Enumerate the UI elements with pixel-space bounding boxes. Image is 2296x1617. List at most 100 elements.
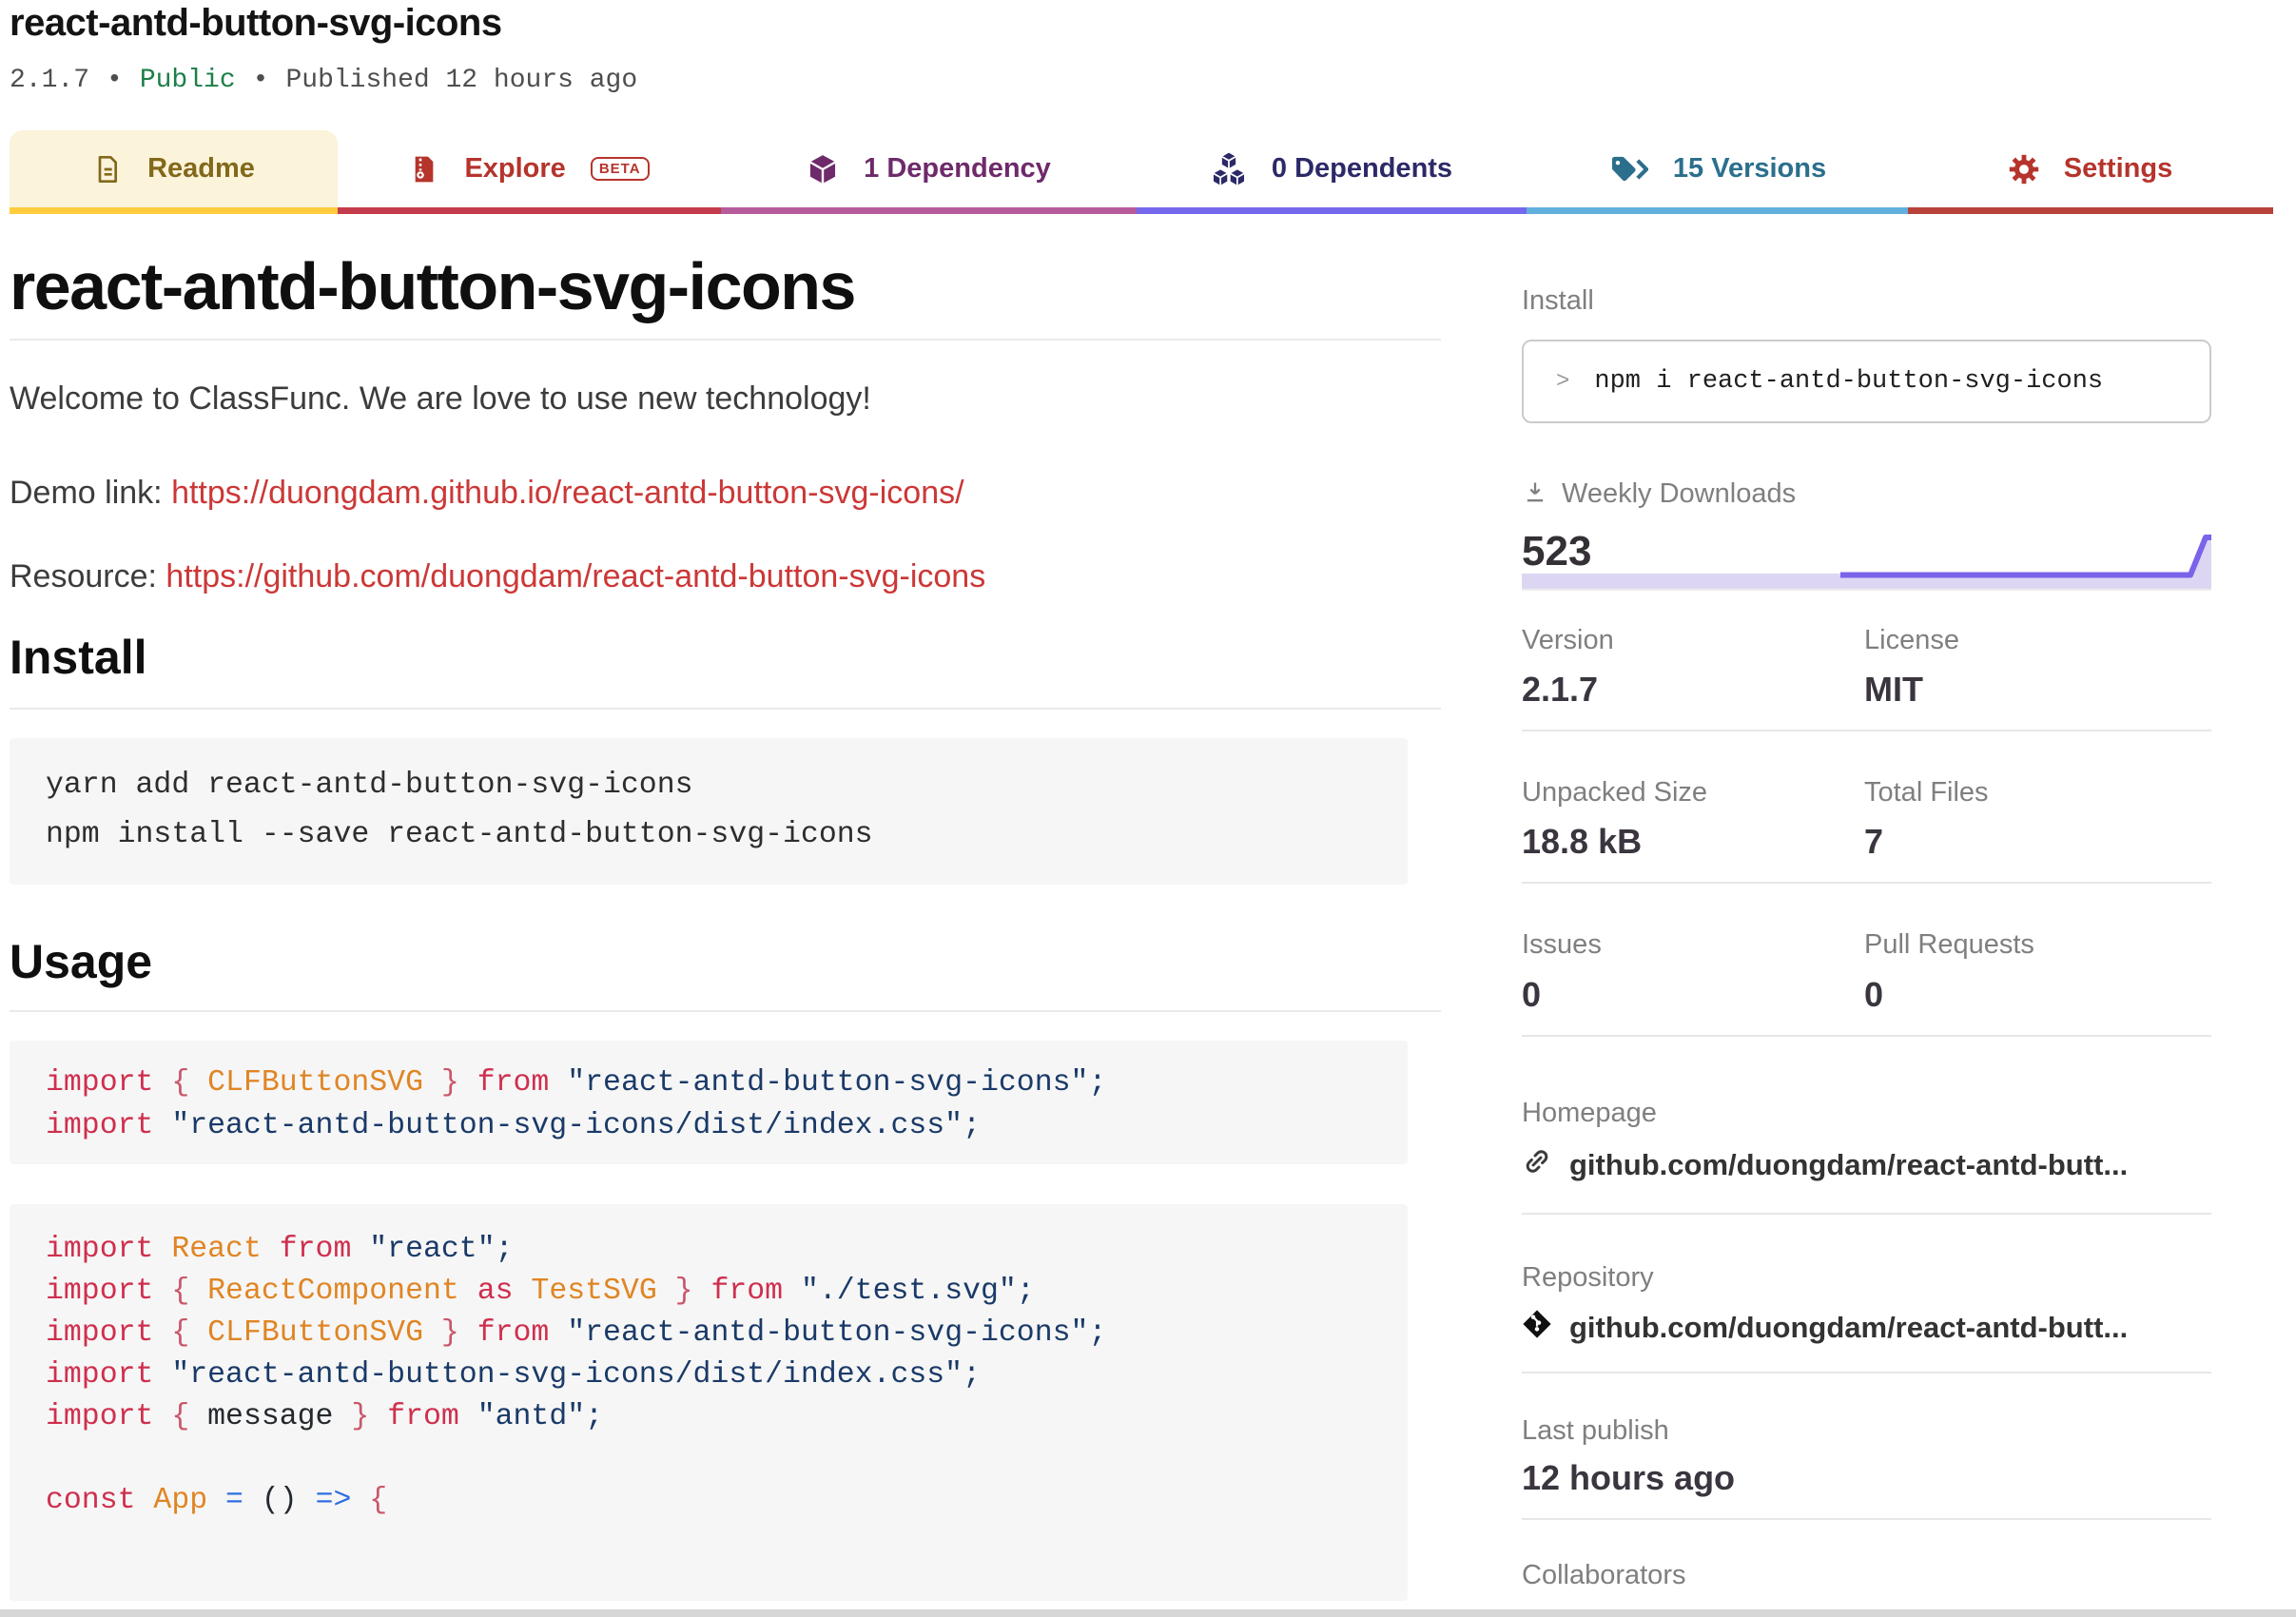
divider — [1522, 1213, 2211, 1216]
package-published: Published 12 hours ago — [285, 66, 638, 95]
code-line: import React from "react"; — [46, 1232, 514, 1266]
divider — [10, 339, 1441, 341]
demo-link[interactable]: https://duongdam.github.io/react-antd-bu… — [171, 475, 963, 511]
file-icon — [92, 154, 123, 185]
readme-demo-line: Demo link: https://duongdam.github.io/re… — [10, 473, 1408, 514]
stat-label: Pull Requests — [1864, 929, 2034, 961]
tab-settings[interactable]: Settings — [1908, 130, 2273, 214]
horizontal-scrollbar[interactable] — [0, 1609, 2296, 1617]
code-line: import { CLFButtonSVG } from "react-antd… — [46, 1315, 1107, 1350]
divider — [1522, 1034, 2211, 1037]
tab-label: 15 Versions — [1672, 153, 1827, 184]
resource-link[interactable]: https://github.com/duongdam/react-antd-b… — [165, 558, 985, 594]
repository-link-row[interactable]: github.com/duongdam/react-antd-butt... — [1522, 1309, 2211, 1347]
divider — [1522, 730, 2211, 732]
stat-cell: Version 2.1.7 — [1522, 625, 1864, 707]
divider — [10, 707, 1441, 710]
stat-row: Unpacked Size 18.8 kB Total Files 7 — [1522, 777, 2211, 859]
code-line: import "react-antd-button-svg-icons/dist… — [46, 1357, 981, 1392]
prompt-icon: > — [1556, 368, 1570, 395]
usage-code-block-1: import { CLFButtonSVG } from "react-antd… — [10, 1040, 1408, 1164]
cubes-icon — [1211, 151, 1247, 187]
cube-icon — [807, 153, 839, 185]
divider — [1522, 1517, 2211, 1520]
git-icon — [1522, 1309, 1552, 1347]
readme-title: react-antd-button-svg-icons — [10, 249, 856, 323]
repository-link[interactable]: github.com/duongdam/react-antd-butt... — [1569, 1311, 2128, 1345]
resource-prefix: Resource: — [10, 558, 166, 594]
divider — [10, 1009, 1441, 1012]
homepage-link[interactable]: github.com/duongdam/react-antd-butt... — [1569, 1148, 2128, 1182]
stats-grid: Version 2.1.7 License MIT Unpacked Size 18.8 … — [1522, 625, 2211, 1037]
stat-row: Version 2.1.7 License MIT — [1522, 625, 2211, 707]
tab-readme[interactable]: Readme — [10, 130, 338, 214]
zip-icon — [409, 154, 439, 185]
package-visibility: Public — [139, 66, 236, 95]
usage-code-block-2: import React from "react"; import { React… — [10, 1203, 1408, 1601]
readme-resource-line: Resource: https://github.com/duongdam/re… — [10, 556, 1408, 597]
separator-dot: • — [252, 66, 269, 95]
install-heading: Install — [10, 630, 147, 684]
stat-label: Issues — [1522, 929, 1602, 961]
tab-dependents[interactable]: 0 Dependents — [1137, 130, 1527, 214]
stat-cell: License MIT — [1864, 625, 2211, 707]
homepage-label: Homepage — [1522, 1097, 1657, 1128]
tag-icon — [1608, 154, 1648, 185]
install-command: npm i react-antd-button-svg-icons — [1594, 367, 2104, 397]
stat-label: Total Files — [1864, 777, 1989, 808]
last-publish-value: 12 hours ago — [1522, 1457, 1736, 1497]
readme-welcome: Welcome to ClassFunc. We are love to use… — [10, 380, 871, 417]
download-icon — [1522, 479, 1548, 511]
tab-explore[interactable]: Explore BETA — [338, 130, 721, 214]
divider — [1522, 588, 2211, 591]
weekly-downloads-value-row: 523 — [1522, 528, 2211, 589]
stat-row: Issues 0 Pull Requests 0 — [1522, 929, 2211, 1011]
tab-label: Readme — [147, 153, 255, 184]
downloads-sparkline — [1522, 534, 2211, 589]
weekly-downloads-row: Weekly Downloads — [1522, 478, 2211, 510]
stat-cell: Pull Requests 0 — [1864, 929, 2211, 1011]
code-line: npm install --save react-antd-button-svg… — [46, 817, 873, 851]
gear-icon — [2009, 154, 2039, 185]
tab-label: Settings — [2063, 153, 2173, 184]
stat-value: 0 — [1864, 974, 1884, 1014]
usage-heading: Usage — [10, 934, 153, 988]
sidebar: Install > npm i react-antd-button-svg-ic… — [1522, 285, 2211, 1591]
divider — [1522, 1372, 2211, 1374]
separator-dot: • — [107, 66, 123, 95]
stat-cell: Unpacked Size 18.8 kB — [1522, 777, 1864, 859]
tab-dependency[interactable]: 1 Dependency — [721, 130, 1137, 214]
code-line: import { ReactComponent as TestSVG } fro… — [46, 1274, 1035, 1308]
package-meta: 2.1.7 • Public • Published 12 hours ago — [10, 66, 637, 95]
weekly-downloads-label: Weekly Downloads — [1562, 478, 1797, 510]
tab-versions[interactable]: 15 Versions — [1527, 130, 1908, 214]
stat-cell: Issues 0 — [1522, 929, 1864, 1011]
readme-content: react-antd-button-svg-icons Welcome to C… — [10, 238, 1441, 1601]
tab-label: Explore — [464, 153, 566, 184]
link-icon — [1522, 1146, 1552, 1184]
stat-value: 2.1.7 — [1522, 670, 1599, 710]
tab-label: 0 Dependents — [1271, 153, 1453, 184]
stat-value: 7 — [1864, 822, 1884, 862]
collaborators-label: Collaborators — [1522, 1559, 1686, 1590]
tab-label: 1 Dependency — [864, 153, 1051, 184]
homepage-link-row[interactable]: github.com/duongdam/react-antd-butt... — [1522, 1146, 2211, 1184]
tab-bar: Readme Explore BETA 1 Dependency 0 Dependent… — [10, 130, 2273, 214]
package-header: react-antd-button-svg-icons 2.1.7 • Public… — [10, 2, 637, 95]
stat-value: 0 — [1522, 974, 1542, 1014]
stat-value: MIT — [1864, 670, 1923, 710]
divider — [1522, 882, 2211, 885]
install-command-box[interactable]: > npm i react-antd-button-svg-icons — [1522, 340, 2211, 424]
package-version: 2.1.7 — [10, 66, 90, 95]
stat-value: 18.8 kB — [1522, 822, 1643, 862]
stat-label: Unpacked Size — [1522, 777, 1708, 808]
demo-prefix: Demo link: — [10, 474, 172, 511]
code-line: const App = () => { — [46, 1483, 388, 1517]
code-line: import { CLFButtonSVG } from "react-antd… — [46, 1065, 1107, 1100]
last-publish-label: Last publish — [1522, 1415, 1669, 1447]
sidebar-install-label: Install — [1522, 285, 1594, 316]
beta-badge: BETA — [590, 157, 650, 181]
code-line: import { message } from "antd"; — [46, 1399, 604, 1433]
package-name: react-antd-button-svg-icons — [10, 2, 502, 44]
